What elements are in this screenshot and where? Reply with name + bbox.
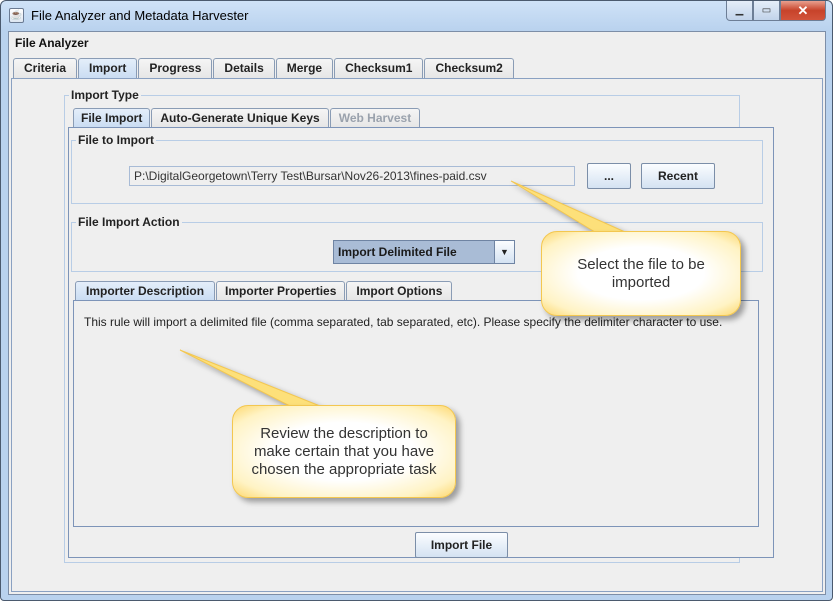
- file-to-import-label: File to Import: [76, 133, 156, 147]
- import-file-button[interactable]: Import File: [415, 532, 508, 558]
- close-icon: ✕: [797, 2, 809, 18]
- tab-merge[interactable]: Merge: [275, 58, 334, 78]
- tab-web-harvest: Web Harvest: [329, 108, 421, 127]
- minimize-icon: ▁: [735, 5, 744, 16]
- tab-details[interactable]: Details: [213, 58, 275, 78]
- app-heading: File Analyzer: [15, 36, 89, 50]
- close-button[interactable]: ✕: [780, 1, 826, 21]
- callout-review-description: Review the description to make certain t…: [232, 405, 456, 498]
- tab-importer-properties[interactable]: Importer Properties: [216, 281, 346, 300]
- import-action-select[interactable]: Import Delimited File ▼: [333, 240, 515, 264]
- minimize-button[interactable]: ▁: [726, 1, 753, 21]
- tab-import[interactable]: Import: [78, 58, 138, 79]
- tab-criteria[interactable]: Criteria: [13, 58, 78, 78]
- importer-tabs: Importer Description Importer Properties…: [75, 281, 453, 301]
- tab-auto-generate-unique-keys[interactable]: Auto-Generate Unique Keys: [151, 108, 329, 127]
- callout-select-file-text: Select the file to be imported: [577, 255, 705, 291]
- file-import-action-label: File Import Action: [76, 215, 182, 229]
- chevron-down-icon[interactable]: ▼: [494, 241, 514, 263]
- window-controls: ▁ ▭ ✕: [726, 1, 826, 21]
- tab-checksum1[interactable]: Checksum1: [334, 58, 424, 78]
- import-action-selected: Import Delimited File: [338, 245, 457, 259]
- java-app-icon: ☕: [9, 8, 24, 23]
- import-type-label: Import Type: [69, 88, 141, 102]
- file-path-input[interactable]: P:\DigitalGeorgetown\Terry Test\Bursar\N…: [129, 166, 575, 186]
- tab-checksum2[interactable]: Checksum2: [424, 58, 514, 78]
- importer-description-text: This rule will import a delimited file (…: [84, 315, 723, 329]
- tab-file-import[interactable]: File Import: [73, 108, 151, 128]
- title-bar[interactable]: ☕ File Analyzer and Metadata Harvester ▁…: [1, 1, 832, 31]
- callout-select-file: Select the file to be imported: [541, 231, 741, 316]
- tab-import-options[interactable]: Import Options: [346, 281, 453, 300]
- callout-review-description-text: Review the description to make certain t…: [251, 424, 437, 478]
- window-title: File Analyzer and Metadata Harvester: [31, 8, 249, 23]
- tab-importer-description[interactable]: Importer Description: [75, 281, 216, 301]
- main-tabs: Criteria Import Progress Details Merge C…: [13, 58, 515, 79]
- maximize-button[interactable]: ▭: [753, 1, 780, 21]
- browse-button[interactable]: ...: [587, 163, 631, 189]
- tab-progress[interactable]: Progress: [138, 58, 213, 78]
- import-type-tabs: File Import Auto-Generate Unique Keys We…: [73, 108, 421, 128]
- maximize-icon: ▭: [761, 5, 772, 16]
- recent-button[interactable]: Recent: [641, 163, 715, 189]
